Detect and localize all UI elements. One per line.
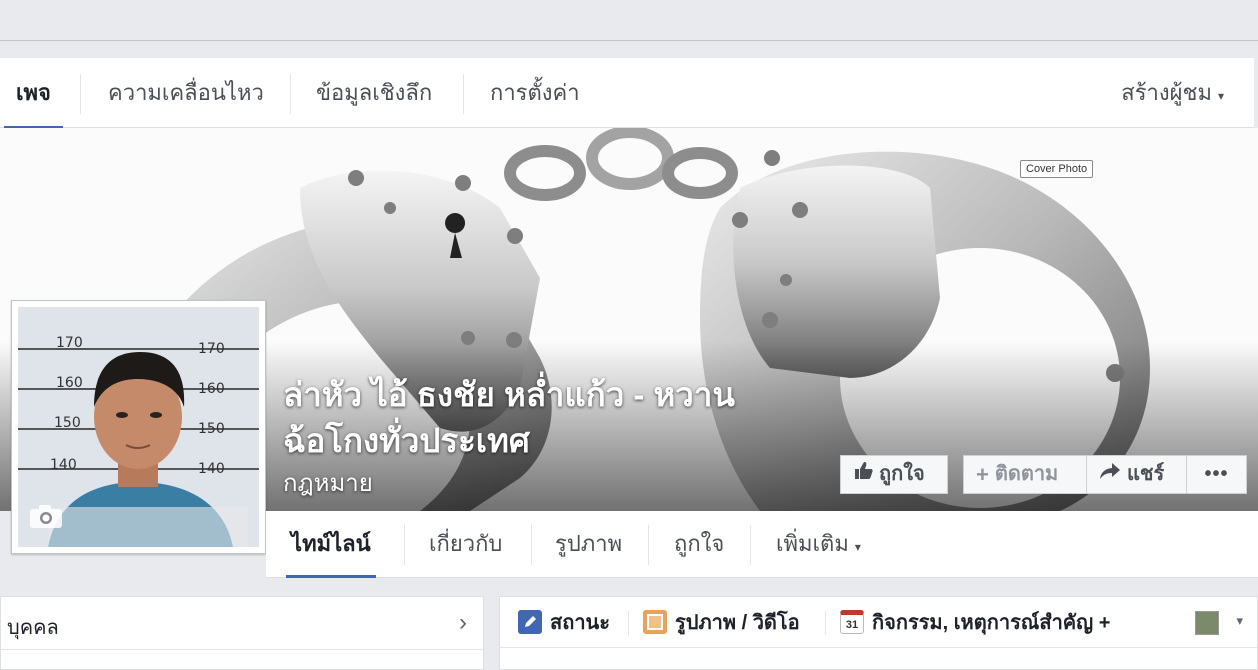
tab-about[interactable]: เกี่ยวกับ xyxy=(424,511,507,577)
chevron-down-icon: ▾ xyxy=(854,540,861,554)
avatar[interactable] xyxy=(1195,611,1219,635)
page-navigation: ไทม์ไลน์ เกี่ยวกับ รูปภาพ ถูกใจ เพิ่มเติ… xyxy=(266,511,1258,578)
composer-status-tab[interactable]: สถานะ xyxy=(518,607,610,637)
mugshot-mark-150-left: 150 xyxy=(54,415,81,431)
mugshot-mark-160-right: 160 xyxy=(198,381,225,397)
more-options-button[interactable]: ••• xyxy=(1186,455,1247,494)
chevron-right-icon[interactable]: › xyxy=(459,609,467,637)
admin-tab-page[interactable]: เพจ xyxy=(4,58,63,129)
mugshot-mark-170-right: 170 xyxy=(198,341,225,357)
share-arrow-icon xyxy=(1099,456,1121,493)
calendar-icon: 31 xyxy=(840,610,864,634)
mugshot-mark-150-right: 150 xyxy=(198,421,225,437)
composer-status-label: สถานะ xyxy=(550,612,610,634)
cover-photo-label: Cover Photo xyxy=(1020,160,1094,178)
divider xyxy=(1,649,483,650)
divider xyxy=(290,74,291,114)
plus-icon: + xyxy=(976,462,989,487)
admin-tab-settings[interactable]: การตั้งค่า xyxy=(478,58,592,128)
camera-icon[interactable] xyxy=(28,503,64,529)
photo-icon xyxy=(643,610,667,634)
mugshot-mark-140-right: 140 xyxy=(198,461,225,477)
mugshot-mark-170-left: 170 xyxy=(56,335,83,351)
tab-likes[interactable]: ถูกใจ xyxy=(669,511,729,577)
people-box-title[interactable]: บุคคล xyxy=(7,611,59,643)
divider xyxy=(825,611,826,635)
mugshot-mark-140-left: 140 xyxy=(50,457,77,473)
admin-tab-activity[interactable]: ความเคลื่อนไหว xyxy=(96,58,276,128)
divider xyxy=(648,525,649,565)
build-audience-button[interactable]: สร้างผู้ชม ▾ xyxy=(1121,58,1224,128)
build-audience-label: สร้างผู้ชม xyxy=(1121,80,1212,105)
follow-label: ติดตาม xyxy=(994,463,1059,485)
divider xyxy=(463,74,464,114)
tab-photos[interactable]: รูปภาพ xyxy=(550,511,627,577)
mugshot-mark-160-left: 160 xyxy=(56,375,83,391)
people-box: บุคคล › xyxy=(0,596,484,670)
admin-tab-insights[interactable]: ข้อมูลเชิงลึก xyxy=(304,58,444,128)
ellipsis-icon: ••• xyxy=(1204,463,1229,485)
admin-navigation: เพจ ความเคลื่อนไหว ข้อมูลเชิงลึก การตั้ง… xyxy=(0,58,1254,129)
composer-event-tab[interactable]: 31 กิจกรรม, เหตุการณ์สำคัญ + xyxy=(840,607,1110,637)
pencil-icon xyxy=(518,610,542,634)
divider xyxy=(500,647,1257,648)
tab-timeline[interactable]: ไทม์ไลน์ xyxy=(286,511,376,578)
page-title[interactable]: ล่าหัว ไอ้ ธงชัย หล่ำแก้ว - หวานฉ้อโกงทั… xyxy=(283,372,763,464)
post-composer: สถานะ รูปภาพ / วิดีโอ 31 กิจกรรม, เหตุกา… xyxy=(499,596,1258,670)
composer-event-label: กิจกรรม, เหตุการณ์สำคัญ + xyxy=(872,612,1111,634)
divider xyxy=(531,525,532,565)
tab-more-label: เพิ่มเติม xyxy=(776,531,849,556)
share-button[interactable]: แชร์ xyxy=(1086,455,1187,494)
divider xyxy=(80,74,81,114)
page-category[interactable]: กฎหมาย xyxy=(283,463,373,502)
thumbs-up-icon xyxy=(853,456,873,493)
divider xyxy=(750,525,751,565)
like-label: ถูกใจ xyxy=(879,463,925,485)
composer-photo-video-label: รูปภาพ / วิดีโอ xyxy=(675,612,800,634)
tab-more[interactable]: เพิ่มเติม ▾ xyxy=(771,511,866,577)
divider xyxy=(628,611,629,635)
like-button[interactable]: ถูกใจ xyxy=(840,455,948,494)
browser-top-strip xyxy=(0,0,1258,41)
chevron-down-icon: ▾ xyxy=(1217,89,1224,103)
share-label: แชร์ xyxy=(1127,463,1165,485)
divider xyxy=(404,525,405,565)
mugshot-photo: 170 170 160 160 150 150 140 140 xyxy=(18,307,259,547)
follow-button[interactable]: + ติดตาม xyxy=(963,455,1087,494)
composer-photo-video-tab[interactable]: รูปภาพ / วิดีโอ xyxy=(643,607,800,637)
profile-picture[interactable]: 170 170 160 160 150 150 140 140 xyxy=(11,300,266,554)
chevron-down-icon[interactable]: ▾ xyxy=(1236,613,1243,629)
